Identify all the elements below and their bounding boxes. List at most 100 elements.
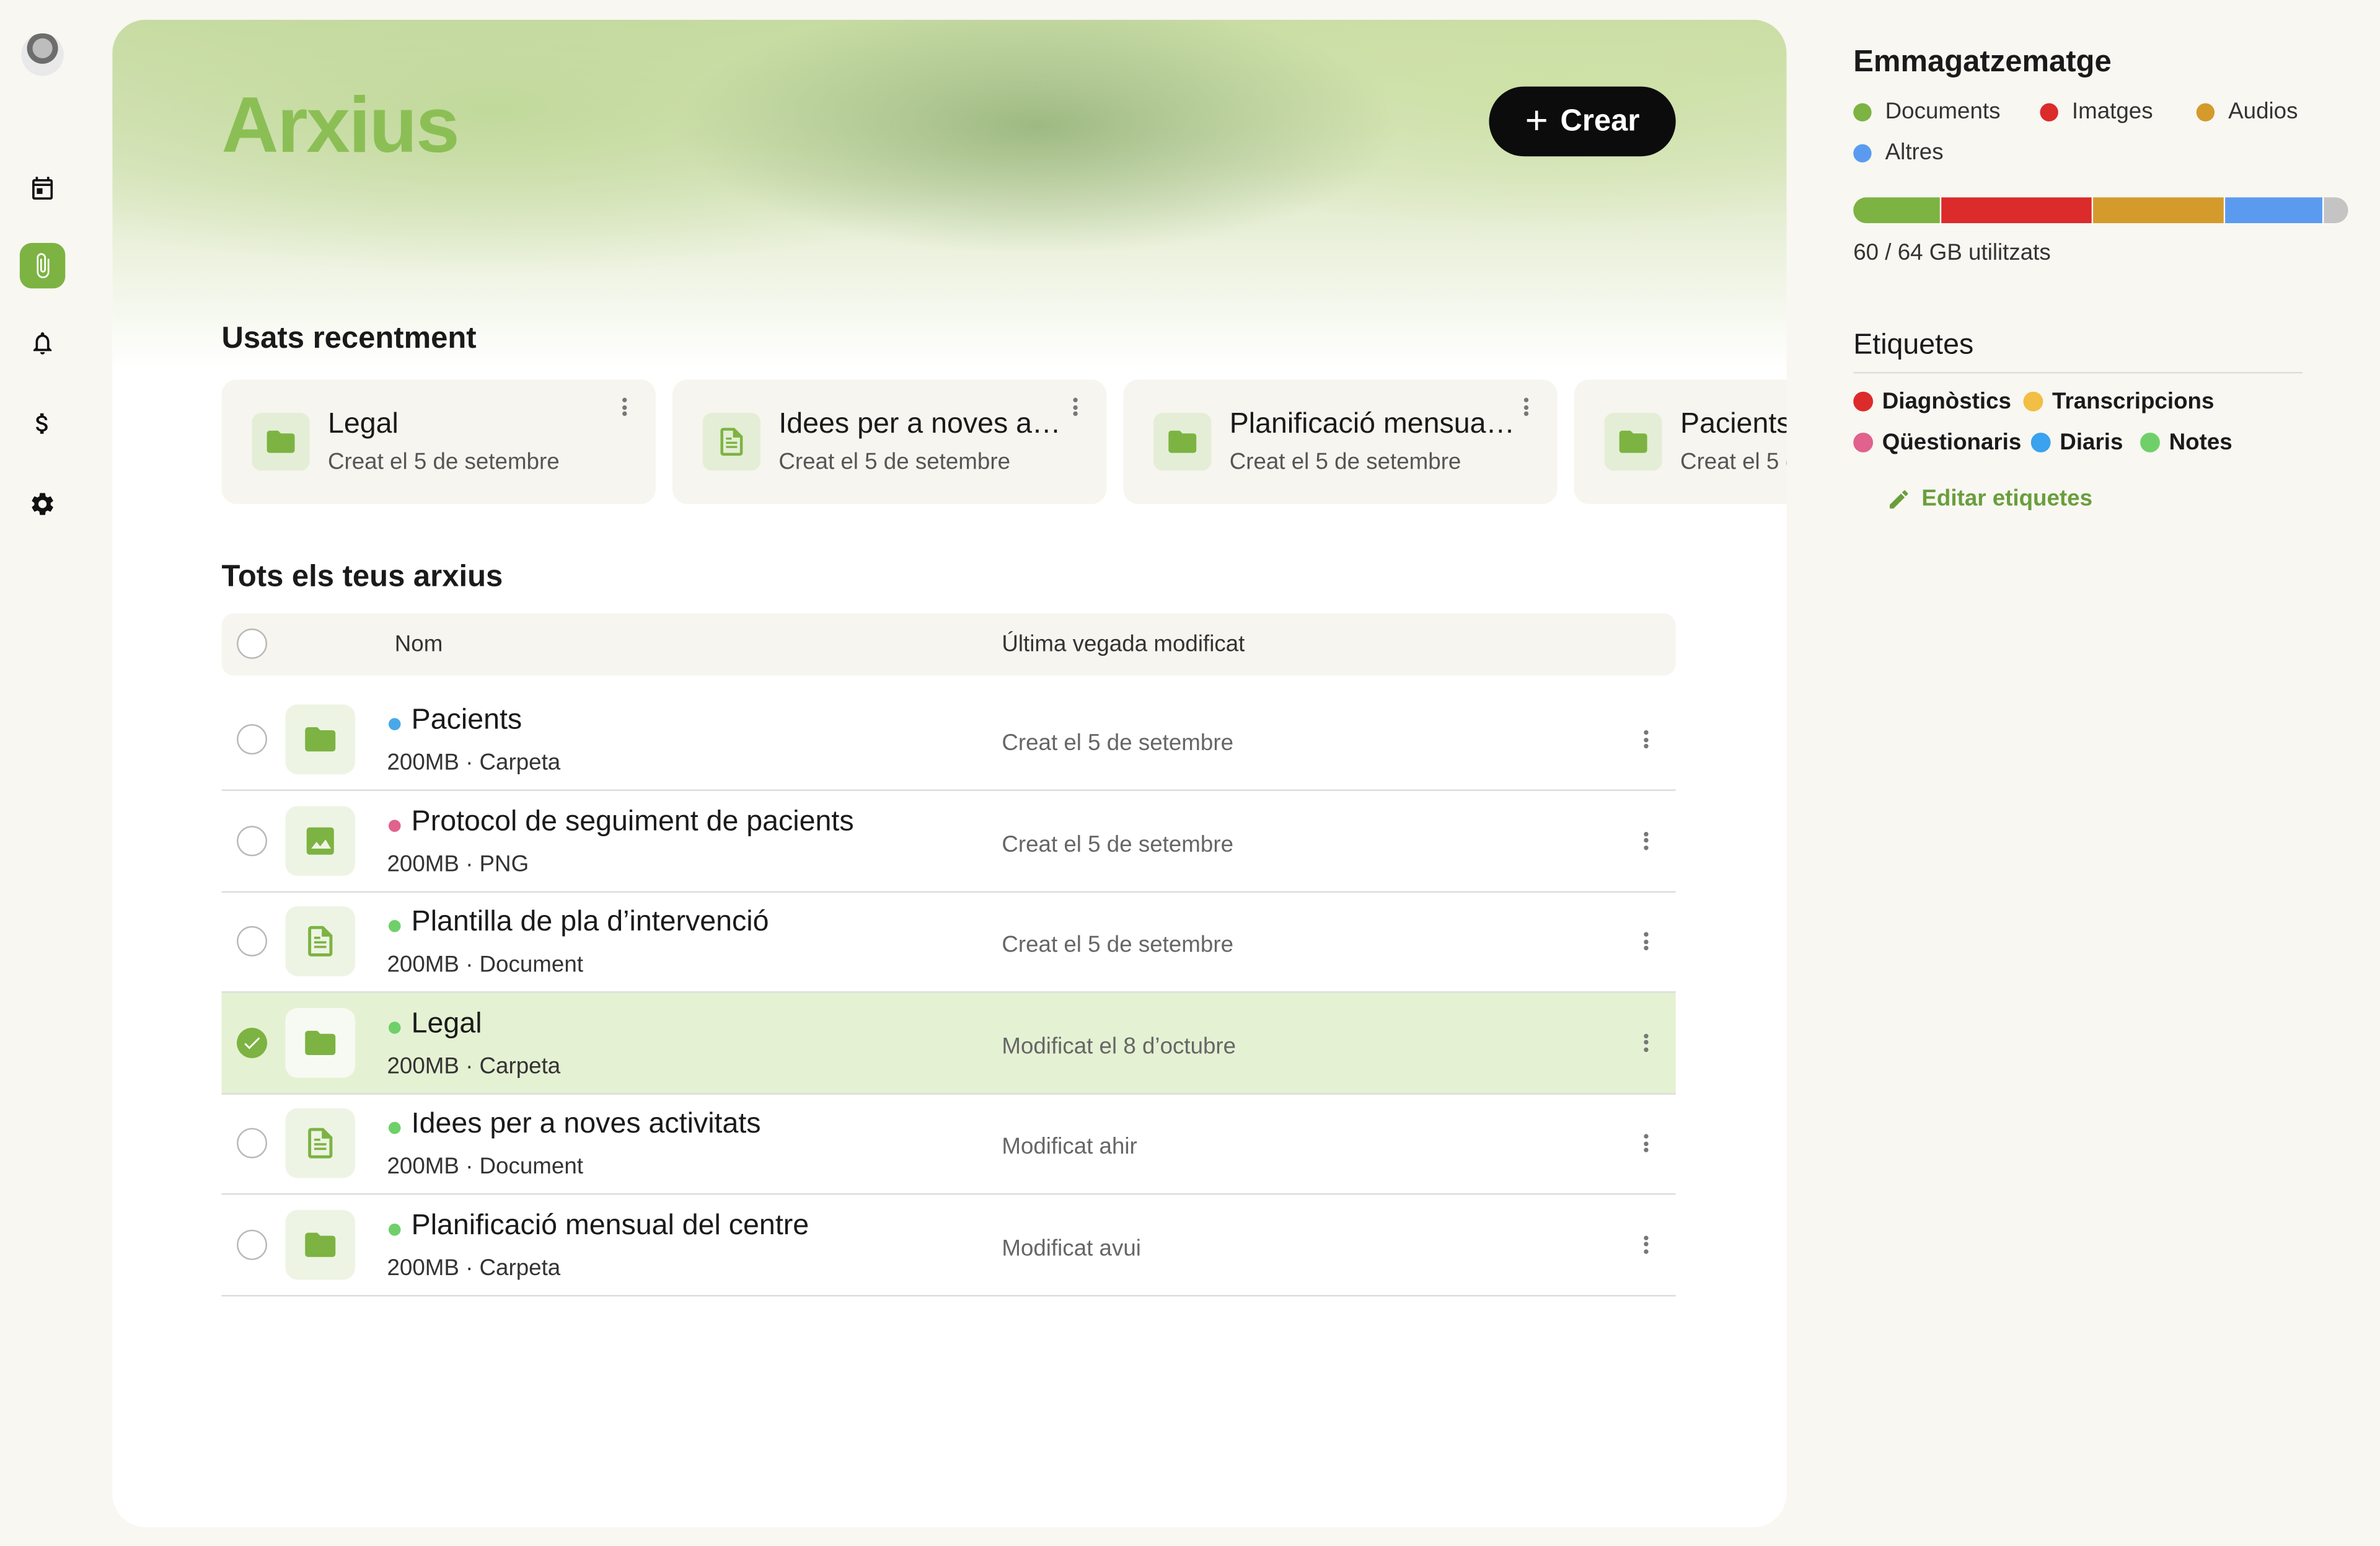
tag-dot: [2023, 391, 2043, 412]
column-name-header[interactable]: Nom: [395, 632, 443, 658]
recent-card[interactable]: Pacients Creat el 5 de setembre: [1574, 379, 1787, 505]
main-content: Arxius + Crear Usats recentment Legal Cr…: [112, 19, 1787, 1527]
row-checkbox[interactable]: [237, 1229, 268, 1260]
storage-usage-text: 60 / 64 GB utilitzats: [1853, 239, 2051, 266]
document-icon: [285, 1108, 356, 1178]
table-row[interactable]: Plantilla de pla d’intervenció 200MB · Do…: [221, 891, 1676, 993]
header-banner: [112, 19, 1787, 369]
file-name[interactable]: Plantilla de pla d’intervenció: [412, 906, 769, 940]
more-vert-icon[interactable]: [1636, 1235, 1654, 1256]
more-vert-icon[interactable]: [1518, 397, 1533, 425]
row-checkbox[interactable]: [237, 825, 268, 856]
recent-card[interactable]: Planificació mensual del centre Creat el…: [1123, 379, 1558, 505]
column-modified-header[interactable]: Última vegada modificat: [1002, 632, 1245, 658]
tag-dot: [388, 1020, 401, 1033]
tag-diaries[interactable]: Diaris: [2030, 430, 2123, 456]
image-icon: [285, 805, 356, 875]
tag-diagnostics[interactable]: Diagnòstics: [1853, 389, 2011, 415]
edit-tags-link[interactable]: Editar etiquetes: [1887, 486, 2092, 511]
legend-item-audios: Audios: [2196, 99, 2298, 125]
folder-icon: [285, 704, 356, 774]
file-meta: 200MB · Carpeta: [387, 1053, 561, 1079]
row-checkbox[interactable]: [237, 925, 268, 956]
tag-questionnaires[interactable]: Qüestionaris: [1853, 430, 2021, 456]
recent-card[interactable]: Idees per a noves activitats Creat el 5 …: [672, 379, 1107, 505]
legend-item-others: Altres: [1853, 139, 1944, 166]
more-vert-icon[interactable]: [1636, 932, 1654, 953]
file-name[interactable]: Idees per a noves activitats: [412, 1108, 761, 1142]
all-files-title: Tots els teus arxius: [221, 560, 503, 594]
select-all-checkbox[interactable]: [237, 628, 268, 659]
billing-nav-button[interactable]: [20, 401, 65, 446]
file-name[interactable]: Planificació mensual del centre: [412, 1209, 809, 1243]
tag-dot: [2140, 432, 2160, 453]
more-vert-icon[interactable]: [1067, 397, 1082, 425]
file-name[interactable]: Legal: [412, 1007, 482, 1041]
row-checkbox[interactable]: [237, 724, 268, 755]
tag-dot: [1853, 391, 1874, 412]
more-vert-icon[interactable]: [1636, 1134, 1654, 1155]
tag-dot: [2030, 432, 2051, 453]
tag-dot: [388, 1222, 401, 1235]
file-modified-date: Creat el 5 de setembre: [1002, 730, 1234, 756]
create-button-label: Crear: [1560, 104, 1640, 138]
file-meta: 200MB · Document: [387, 952, 583, 978]
table-row[interactable]: Idees per a noves activitats 200MB · Docu…: [221, 1093, 1676, 1195]
tag-notes[interactable]: Notes: [2140, 430, 2232, 456]
file-modified-date: Modificat avui: [1002, 1235, 1141, 1261]
row-checkbox[interactable]: [237, 1128, 268, 1159]
tag-transcriptions[interactable]: Transcripcions: [2023, 389, 2214, 415]
table-row[interactable]: Planificació mensual del centre 200MB · C…: [221, 1194, 1676, 1296]
row-checkbox[interactable]: [237, 1027, 268, 1058]
more-vert-icon[interactable]: [1636, 831, 1654, 852]
file-name[interactable]: Pacients: [412, 704, 522, 738]
more-vert-icon[interactable]: [1636, 730, 1654, 751]
files-nav-button[interactable]: [19, 242, 66, 289]
notifications-nav-button[interactable]: [20, 320, 65, 366]
more-vert-icon[interactable]: [616, 397, 631, 425]
recent-card-date: Creat el 5 de setembre: [1229, 449, 1461, 475]
recent-card-name: Idees per a noves activitats: [778, 408, 1067, 441]
tag-dot: [388, 718, 401, 730]
table-row[interactable]: Pacients 200MB · Carpeta Creat el 5 de set…: [221, 689, 1676, 791]
folder-icon: [285, 1007, 356, 1077]
file-meta: 200MB · PNG: [387, 850, 529, 877]
table-row[interactable]: Protocol de seguiment de pacients 200MB ·…: [221, 790, 1676, 892]
avatar[interactable]: [21, 33, 64, 76]
table-row[interactable]: Legal 200MB · Carpeta Modificat el 8 d’oct…: [221, 992, 1676, 1094]
document-icon: [285, 906, 356, 976]
settings-nav-button[interactable]: [20, 481, 65, 526]
storage-segment-audios: [2094, 197, 2226, 224]
calendar-nav-button[interactable]: [20, 166, 65, 211]
recent-card-name: Legal: [327, 408, 399, 441]
tag-dot: [388, 1121, 401, 1134]
legend-dot: [1853, 102, 1872, 121]
file-modified-date: Creat el 5 de setembre: [1002, 932, 1234, 958]
bell-icon: [33, 332, 52, 355]
table-header: Nom Última vegada modificat: [221, 613, 1676, 676]
storage-usage-bar: [1853, 197, 2348, 224]
storage-segment-imatges: [1941, 197, 2094, 224]
sidebar: [0, 0, 112, 1545]
paperclip-icon: [37, 253, 50, 278]
folder-icon: [1153, 413, 1212, 471]
storage-segment-documents: [1853, 197, 1942, 224]
storage-segment-altres: [2225, 197, 2324, 224]
more-vert-icon[interactable]: [1636, 1033, 1654, 1054]
folder-icon: [285, 1209, 356, 1279]
page-title: Arxius: [221, 82, 460, 170]
recent-card-name: Planificació mensual del centre: [1229, 408, 1518, 441]
create-button[interactable]: + Crear: [1489, 86, 1676, 157]
recent-card[interactable]: Legal Creat el 5 de setembre: [221, 379, 656, 505]
legend-item-documents: Documents: [1853, 99, 2000, 125]
file-modified-date: Creat el 5 de setembre: [1002, 831, 1234, 857]
legend-dot: [1853, 143, 1872, 162]
file-meta: 200MB · Carpeta: [387, 749, 561, 776]
file-modified-date: Modificat el 8 d’octubre: [1002, 1033, 1236, 1059]
plus-icon: +: [1525, 97, 1548, 143]
gear-icon: [32, 493, 53, 515]
file-name[interactable]: Protocol de seguiment de pacients: [412, 805, 854, 839]
document-icon: [702, 413, 760, 471]
calendar-icon: [32, 177, 53, 200]
tag-dot: [1853, 432, 1874, 453]
